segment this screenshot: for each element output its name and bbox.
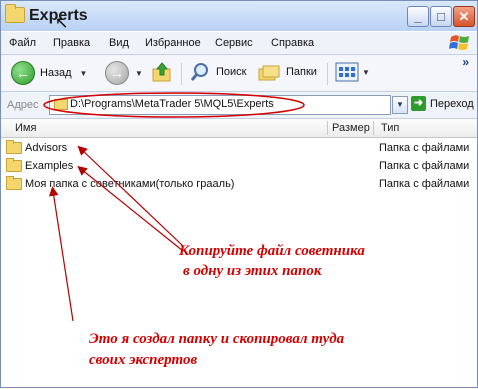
annotation-created-line1: Это я создал папку и скопировал туда <box>89 331 345 347</box>
annotation-created-line2: своих экспертов <box>89 352 198 368</box>
arrow-to-my-folder <box>48 186 74 322</box>
arrow-to-advisors <box>77 145 184 247</box>
explorer-window: Experts ↖ _ □ ✕ Файл Правка Вид Избранно… <box>0 0 478 388</box>
arrow-to-examples <box>77 165 184 252</box>
annotation-copy-line1: Копируйте файл советника <box>179 243 365 259</box>
annotation-copy-line2: в одну из этих папок <box>183 263 322 279</box>
